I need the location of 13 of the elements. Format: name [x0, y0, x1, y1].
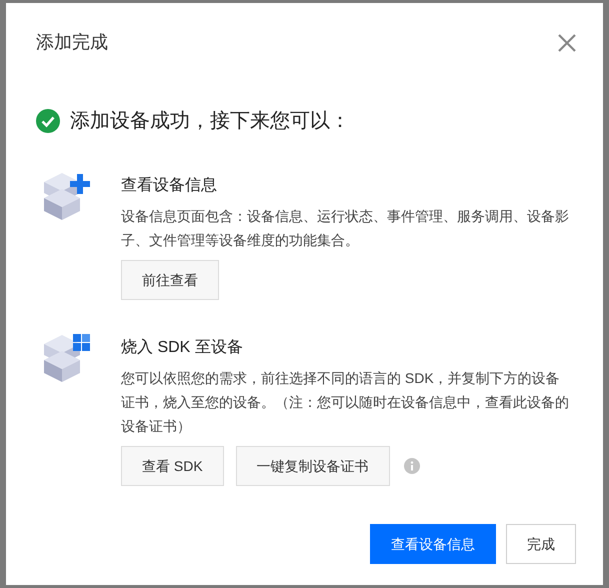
action-button[interactable]: 查看 SDK [121, 446, 224, 486]
secondary-button[interactable]: 完成 [506, 524, 576, 564]
section-title: 烧入 SDK 至设备 [121, 338, 243, 358]
dialog-title: 添加完成 [36, 31, 108, 54]
section-description: 设备信息页面包含：设备信息、运行状态、事件管理、服务调用、设备影子、文件管理等设备维度的功能集合。 [121, 207, 570, 250]
section-description: 您可以依照您的需求，前往选择不同的语言的 SDK，并复制下方的设备证书，烧入至您的设备。（注：您可以随时在设备信息中，查看此设备的设备证书） [121, 369, 570, 436]
action-button[interactable]: 前往查看 [121, 260, 219, 300]
close-icon [557, 32, 577, 52]
action-button[interactable]: 一键复制设备证书 [236, 446, 390, 486]
primary-button[interactable]: 查看设备信息 [370, 524, 496, 564]
success-headline: 添加设备成功，接下来您可以： [70, 109, 350, 134]
success-check-icon [36, 109, 60, 133]
section-title: 查看设备信息 [121, 176, 217, 196]
